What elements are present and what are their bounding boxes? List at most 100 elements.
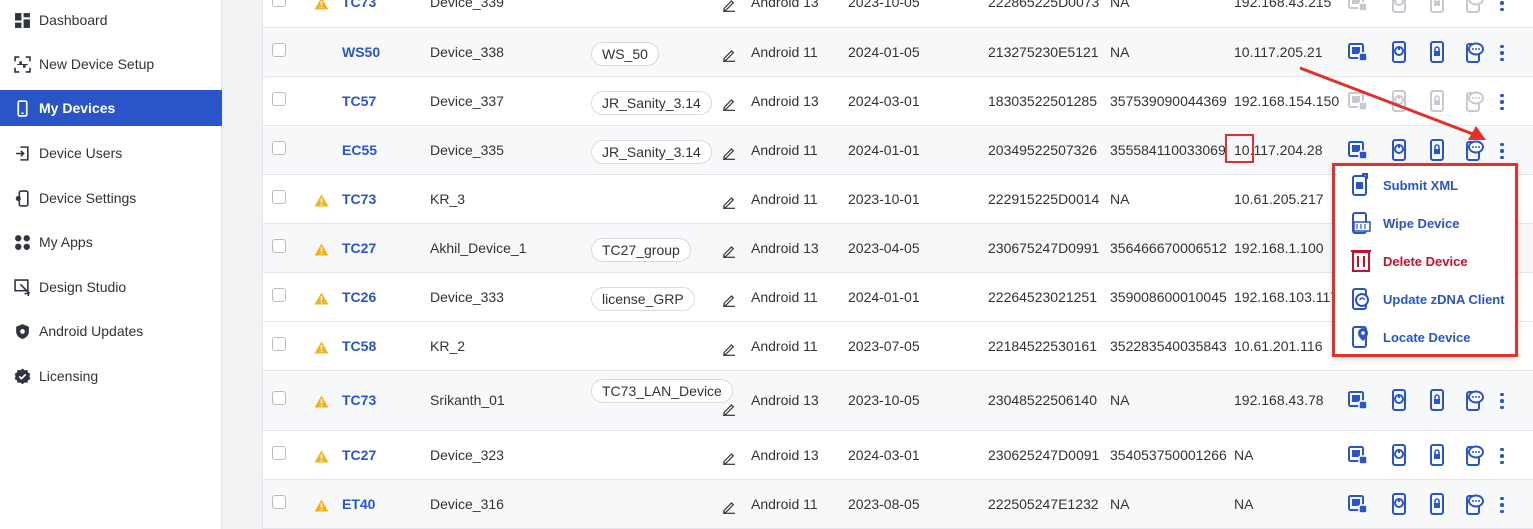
os-version: Android 13 [751,0,819,10]
sidebar-item-dashboard[interactable]: Dashboard [0,2,222,38]
device-model-link[interactable]: TC73 [342,392,376,408]
lock-device-icon[interactable] [1426,492,1448,516]
device-model-link[interactable]: TC73 [342,191,376,207]
more-options-button[interactable] [1492,139,1512,163]
imei-number: 355584110033069 [1110,142,1226,158]
ip-address: 192.168.43.215 [1234,0,1332,10]
device-model-link[interactable]: TC57 [342,93,376,109]
device-model-link[interactable]: ET40 [342,496,375,512]
imei-number: 352283540035843 [1110,338,1227,354]
row-checkbox[interactable] [272,92,286,106]
more-options-button[interactable] [1492,0,1512,15]
os-version: Android 11 [751,191,818,207]
sidebar-item-licensing[interactable]: Licensing [0,358,222,394]
edit-group-icon[interactable] [722,342,736,356]
sidebar-item-design-studio[interactable]: Design Studio [0,269,222,305]
menu-item-update-zdna-client[interactable]: Update zDNA Client [1351,284,1505,314]
row-checkbox[interactable] [272,391,286,405]
message-device-icon[interactable] [1462,492,1484,516]
menu-item-wipe-device[interactable]: Wipe Device [1351,208,1459,238]
row-checkbox[interactable] [272,337,286,351]
lock-device-icon[interactable] [1426,443,1448,467]
reboot-device-icon[interactable] [1388,89,1410,113]
ip-address: 192.168.103.117 [1234,289,1339,305]
device-model-link[interactable]: TC27 [342,447,376,463]
menu-item-delete-device[interactable]: Delete Device [1351,246,1468,276]
device-model-link[interactable]: TC26 [342,289,376,305]
edit-group-icon[interactable] [722,146,736,160]
remote-view-icon[interactable] [1347,388,1369,412]
sidebar-item-new-device-setup[interactable]: New Device Setup [0,46,222,82]
more-options-button[interactable] [1492,493,1512,517]
row-checkbox[interactable] [272,190,286,204]
message-device-icon[interactable] [1462,0,1484,14]
lock-device-icon[interactable] [1426,89,1448,113]
more-options-button[interactable] [1492,389,1512,413]
ip-address: 10.61.205.217 [1234,191,1324,207]
reboot-device-icon[interactable] [1388,492,1410,516]
ip-address: 192.168.154.150 [1234,93,1340,109]
message-device-icon[interactable] [1462,89,1484,113]
more-options-button[interactable] [1492,444,1512,468]
reboot-device-icon[interactable] [1388,0,1410,14]
sidebar-item-device-settings[interactable]: Device Settings [0,180,222,216]
imei-number: NA [1110,0,1130,10]
remote-view-icon[interactable] [1347,138,1369,162]
device-model-link[interactable]: TC27 [342,240,376,256]
group-tag: WS_50 [591,42,659,66]
row-checkbox[interactable] [272,446,286,460]
device-model-link[interactable]: TC58 [342,338,376,354]
menu-item-submit-xml[interactable]: Submit XML [1351,170,1458,200]
edit-group-icon[interactable] [722,195,736,209]
lock-device-icon[interactable] [1426,0,1448,14]
lock-device-icon[interactable] [1426,388,1448,412]
edit-group-icon[interactable] [722,500,736,514]
device-model-link[interactable]: EC55 [342,142,377,158]
message-device-icon[interactable] [1462,40,1484,64]
row-checkbox[interactable] [272,43,286,57]
row-checkbox[interactable] [272,495,286,509]
more-options-button[interactable] [1492,90,1512,114]
edit-group-icon[interactable] [722,402,736,416]
row-checkbox[interactable] [272,288,286,302]
device-model-link[interactable]: WS50 [342,44,380,60]
sidebar-item-device-users[interactable]: Device Users [0,135,222,171]
lock-device-icon[interactable] [1426,40,1448,64]
warning-icon [314,395,329,411]
sidebar-item-label: Licensing [39,368,99,384]
remote-view-icon[interactable] [1347,0,1369,14]
sidebar-item-my-devices[interactable]: My Devices [0,90,222,126]
edit-group-icon[interactable] [722,244,736,258]
row-checkbox[interactable] [272,0,286,7]
device-name: Akhil_Device_1 [430,240,527,256]
edit-group-icon[interactable] [722,451,736,465]
device-model-link[interactable]: TC73 [342,0,376,10]
os-version: Android 11 [751,142,818,158]
row-checkbox[interactable] [272,239,286,253]
remote-view-icon[interactable] [1347,89,1369,113]
edit-group-icon[interactable] [722,0,736,12]
remote-view-icon[interactable] [1347,492,1369,516]
os-version: Android 13 [751,447,819,463]
message-device-icon[interactable] [1462,138,1484,162]
message-device-icon[interactable] [1462,443,1484,467]
edit-group-icon[interactable] [722,293,736,307]
reboot-device-icon[interactable] [1388,443,1410,467]
edit-group-icon[interactable] [722,97,736,111]
remote-view-icon[interactable] [1347,443,1369,467]
reboot-device-icon[interactable] [1388,138,1410,162]
reboot-device-icon[interactable] [1388,388,1410,412]
remote-view-icon[interactable] [1347,40,1369,64]
menu-item-locate-device[interactable]: Locate Device [1351,322,1470,352]
sidebar-item-my-apps[interactable]: My Apps [0,224,222,260]
shield-gear-icon [14,323,31,340]
row-checkbox[interactable] [272,141,286,155]
table-row: WS50 Device_338 Android 11 2024-01-05 213275… [263,28,1533,77]
message-device-icon[interactable] [1462,388,1484,412]
edit-group-icon[interactable] [722,48,736,62]
lock-device-icon[interactable] [1426,138,1448,162]
sidebar-item-label: Dashboard [39,12,108,28]
more-options-button[interactable] [1492,41,1512,65]
sidebar-item-android-updates[interactable]: Android Updates [0,313,222,349]
reboot-device-icon[interactable] [1388,40,1410,64]
